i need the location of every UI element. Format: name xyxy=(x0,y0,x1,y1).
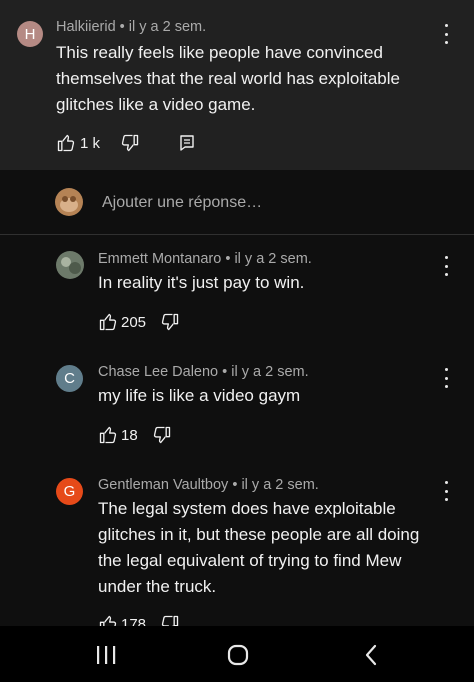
like-count: 205 xyxy=(121,313,147,331)
avatar[interactable]: H xyxy=(17,21,43,47)
comment-actions: 205 xyxy=(98,312,180,332)
comment-author[interactable]: Gentleman Vaultboy xyxy=(98,477,228,493)
comment-meta: Halkiierid • il y a 2 sem. xyxy=(56,19,206,35)
comment-author[interactable]: Emmett Montanaro xyxy=(98,251,221,267)
comment-text: The legal system does have exploitable g… xyxy=(98,499,420,596)
more-options-icon[interactable] xyxy=(440,368,452,388)
comment-text: my life is like a video gaym xyxy=(98,386,301,405)
reply-input[interactable]: Ajouter une réponse… xyxy=(102,194,262,212)
comment-meta: Emmett Montanaro • il y a 2 sem. xyxy=(98,251,312,267)
like-icon[interactable] xyxy=(98,312,118,332)
avatar[interactable]: G xyxy=(56,478,83,505)
comment-meta: Chase Lee Daleno • il y a 2 sem. xyxy=(98,364,309,380)
dislike-icon[interactable] xyxy=(152,425,172,445)
back-icon[interactable] xyxy=(362,643,382,667)
comment-actions: 18 xyxy=(98,425,172,445)
comment-author[interactable]: Halkiierid xyxy=(56,19,116,35)
comment-actions: 1 k xyxy=(56,133,196,153)
meta-separator: • xyxy=(218,364,232,380)
avatar[interactable]: C xyxy=(56,365,83,392)
home-icon[interactable] xyxy=(226,643,250,667)
comment-author[interactable]: Chase Lee Daleno xyxy=(98,364,218,380)
meta-separator: • xyxy=(228,477,242,493)
comment-time: il y a 2 sem. xyxy=(128,19,207,35)
avatar[interactable] xyxy=(55,188,83,216)
like-icon[interactable] xyxy=(56,133,76,153)
comment-time: il y a 2 sem. xyxy=(234,251,312,267)
like-count: 178 xyxy=(121,615,147,627)
reply-input-bar[interactable]: Ajouter une réponse… xyxy=(0,170,474,235)
more-options-icon[interactable] xyxy=(440,256,452,276)
system-nav-bar xyxy=(0,626,474,682)
like-count: 1 k xyxy=(80,134,101,152)
more-options-icon[interactable] xyxy=(440,481,452,501)
like-icon[interactable] xyxy=(98,425,118,445)
comment-text: In reality it's just pay to win. xyxy=(98,273,305,292)
avatar[interactable] xyxy=(56,251,84,279)
top-comment: H Halkiierid • il y a 2 sem. This really… xyxy=(0,0,474,170)
recent-apps-icon[interactable] xyxy=(95,644,117,666)
dislike-icon[interactable] xyxy=(160,312,180,332)
meta-separator: • xyxy=(221,251,235,267)
replies-list: Emmett Montanaro • il y a 2 sem. In real… xyxy=(0,235,474,626)
comment-time: il y a 2 sem. xyxy=(231,364,309,380)
dislike-icon[interactable] xyxy=(160,614,180,626)
meta-separator: • xyxy=(115,19,129,35)
comment-meta: Gentleman Vaultboy • il y a 2 sem. xyxy=(98,477,319,493)
like-icon[interactable] xyxy=(98,614,118,626)
dislike-icon[interactable] xyxy=(120,133,140,153)
comment-actions: 178 xyxy=(98,614,180,626)
more-options-icon[interactable] xyxy=(440,24,452,44)
comment-text: This really feels like people have convi… xyxy=(56,43,400,114)
like-count: 18 xyxy=(121,426,138,444)
reply-icon[interactable] xyxy=(178,134,196,152)
comment-time: il y a 2 sem. xyxy=(241,477,319,493)
